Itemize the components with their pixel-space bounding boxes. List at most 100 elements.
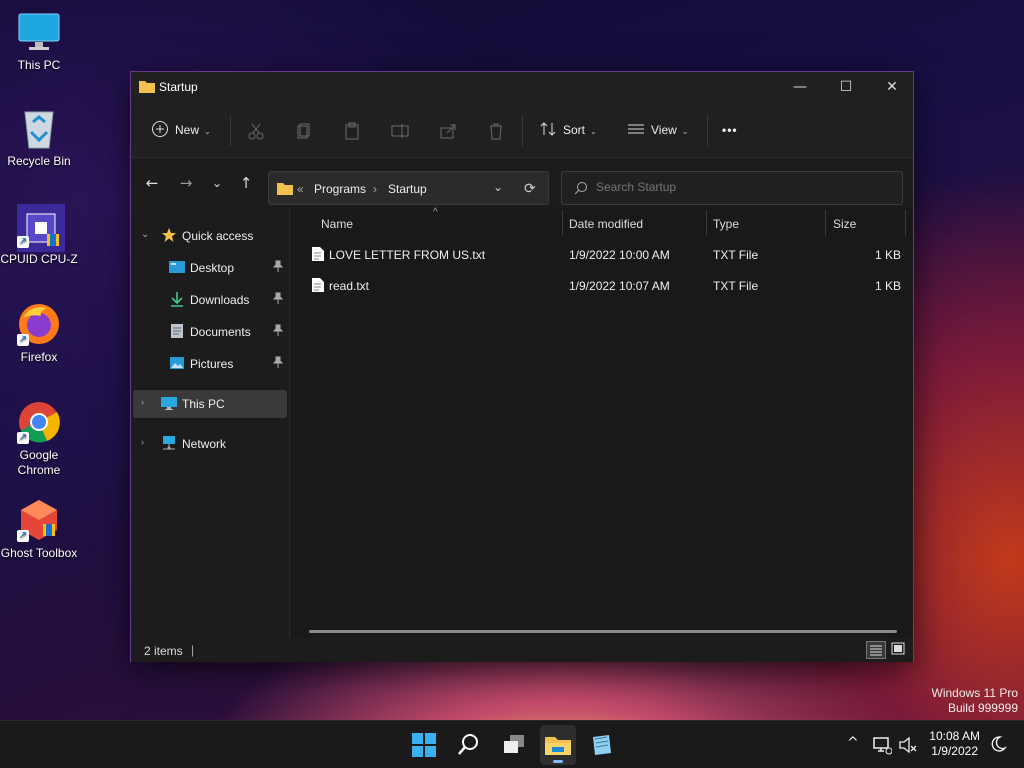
focus-assist-moon-icon[interactable]: [988, 734, 1008, 757]
file-type: TXT File: [713, 248, 759, 262]
close-button[interactable]: ✕: [869, 72, 915, 102]
start-button[interactable]: [410, 731, 438, 759]
nav-network[interactable]: › Network: [133, 430, 287, 458]
column-type-label: Type: [713, 217, 740, 231]
refresh-icon[interactable]: ⟳: [524, 180, 536, 197]
task-view-icon: [504, 735, 524, 753]
nav-quick-access[interactable]: ⌄ Quick access: [133, 222, 287, 250]
pane-splitter[interactable]: [289, 208, 290, 638]
desktop-icon-recycle-bin[interactable]: Recycle Bin: [0, 106, 78, 169]
nav-downloads[interactable]: Downloads: [133, 286, 287, 314]
back-button[interactable]: ←: [139, 170, 165, 196]
horizontal-scrollbar[interactable]: [309, 630, 897, 633]
chevron-right-icon: ›: [141, 397, 144, 407]
recent-locations-button[interactable]: ⌄: [204, 170, 230, 196]
toolbar-divider: [522, 116, 523, 146]
minimize-button[interactable]: —: [777, 72, 823, 102]
maximize-button[interactable]: ☐: [823, 72, 869, 102]
column-divider[interactable]: [562, 210, 563, 236]
search-input[interactable]: [596, 180, 886, 194]
desktop-icon-cpuz[interactable]: ↗ CPUID CPU-Z: [0, 204, 78, 267]
column-divider[interactable]: [905, 210, 906, 236]
nav-desktop[interactable]: Desktop: [133, 254, 287, 282]
shortcut-arrow-icon: ↗: [17, 334, 29, 346]
address-overflow[interactable]: «: [297, 182, 304, 196]
details-view-icon[interactable]: [866, 641, 886, 659]
network-icon[interactable]: [872, 735, 893, 758]
view-button[interactable]: View ⌄: [627, 116, 689, 144]
copy-icon[interactable]: [295, 122, 313, 140]
large-icons-view-icon[interactable]: [889, 641, 909, 659]
column-header-date[interactable]: Date modified: [569, 210, 709, 236]
share-icon[interactable]: [439, 122, 457, 140]
column-header-name[interactable]: Name ^: [321, 207, 561, 236]
search-box[interactable]: [561, 171, 903, 205]
desktop-icon-this-pc[interactable]: This PC: [0, 10, 78, 73]
monitor-icon: [17, 10, 61, 54]
file-row[interactable]: LOVE LETTER FROM US.txt 1/9/2022 10:00 A…: [301, 242, 901, 268]
clock-date: 1/9/2022: [931, 744, 978, 758]
nav-pictures-label: Pictures: [190, 357, 234, 371]
folder-icon: [277, 181, 293, 198]
search-button[interactable]: [455, 731, 483, 759]
more-options-button[interactable]: •••: [722, 116, 738, 144]
close-icon: ✕: [886, 79, 898, 95]
nav-this-pc[interactable]: › This PC: [133, 390, 287, 418]
address-bar[interactable]: « Programs › Startup ⌄ ⟳: [268, 171, 549, 205]
address-dropdown-icon[interactable]: ⌄: [493, 180, 503, 194]
desktop-icon-label: Firefox: [20, 350, 58, 364]
monitor-icon: [161, 395, 177, 411]
arrow-right-icon: →: [179, 174, 193, 192]
nav-desktop-label: Desktop: [190, 261, 235, 275]
search-icon: [458, 734, 478, 755]
desktop-icon-ghost-toolbox[interactable]: ↗ Ghost Toolbox: [0, 498, 78, 561]
taskbar: ^ 10:08 AM 1/9/2022: [0, 720, 1024, 768]
watermark-build: Build 999999: [947, 701, 1018, 715]
title-bar[interactable]: Startup — ☐ ✕: [131, 72, 913, 102]
os-watermark: Windows 11 Pro Build 999999: [932, 686, 1018, 716]
arrow-up-icon: ↑: [239, 174, 253, 192]
column-header-size[interactable]: Size: [833, 210, 903, 236]
sort-button[interactable]: Sort ⌄: [539, 116, 597, 144]
notepad-icon: [593, 735, 611, 755]
system-clock[interactable]: 10:08 AM 1/9/2022: [929, 729, 980, 759]
chevron-down-icon: ⌄: [590, 127, 597, 136]
text-file-icon: [311, 277, 325, 296]
up-button[interactable]: ↑: [233, 170, 259, 196]
view-lines-icon: [628, 124, 644, 134]
desktop-icon-firefox[interactable]: ↗ Firefox: [0, 302, 78, 365]
volume-muted-icon[interactable]: [898, 735, 918, 758]
breadcrumb-programs[interactable]: Programs: [314, 182, 366, 196]
nav-pictures[interactable]: Pictures: [133, 350, 287, 378]
pin-icon: [272, 324, 284, 339]
tray-overflow-chevron[interactable]: ^: [847, 735, 859, 751]
plus-circle-icon: [152, 121, 168, 137]
column-divider[interactable]: [706, 210, 707, 236]
forward-button[interactable]: →: [173, 170, 199, 196]
chevron-down-icon: ⌄: [204, 127, 211, 136]
cut-icon[interactable]: [247, 122, 265, 140]
taskbar-notepad[interactable]: [587, 731, 615, 759]
nav-network-label: Network: [182, 437, 227, 451]
view-label: View: [651, 123, 677, 137]
paste-icon[interactable]: [343, 122, 361, 140]
recycle-bin-icon: [17, 106, 61, 150]
taskbar-file-explorer[interactable]: [540, 725, 576, 765]
delete-icon[interactable]: [487, 122, 505, 140]
rename-icon[interactable]: [391, 122, 409, 140]
desktop-icon-label: This PC: [17, 58, 61, 72]
new-button[interactable]: New ⌄: [151, 116, 211, 144]
task-view-button[interactable]: [500, 731, 528, 759]
column-divider[interactable]: [825, 210, 826, 236]
breadcrumb-startup[interactable]: Startup: [388, 182, 427, 196]
document-icon: [169, 323, 185, 339]
maximize-icon: ☐: [839, 79, 853, 95]
nav-quick-access-label: Quick access: [182, 229, 254, 243]
desktop-icon-label: Recycle Bin: [7, 154, 71, 168]
sort-arrows-icon: [540, 122, 556, 136]
column-header-type[interactable]: Type: [713, 210, 823, 236]
shortcut-arrow-icon: ↗: [17, 432, 29, 444]
file-row[interactable]: read.txt 1/9/2022 10:07 AM TXT File 1 KB: [301, 273, 901, 299]
desktop-icon-chrome[interactable]: ↗ Google Chrome: [0, 400, 78, 478]
nav-documents[interactable]: Documents: [133, 318, 287, 346]
